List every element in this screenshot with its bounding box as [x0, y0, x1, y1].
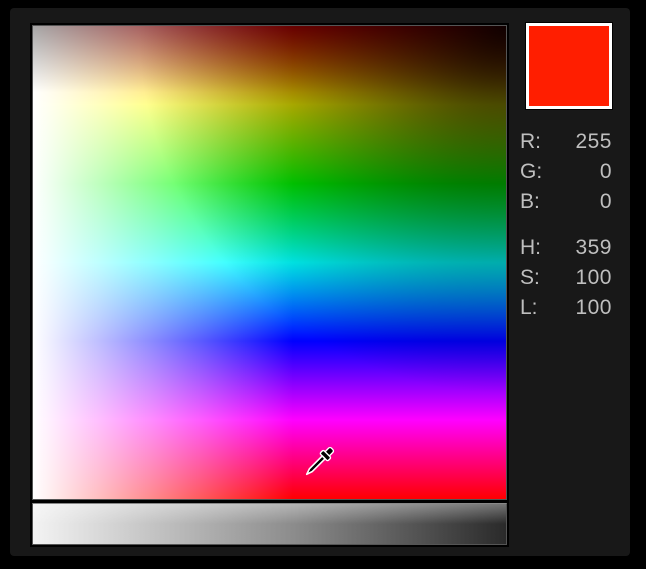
- label-b: B:: [520, 191, 548, 212]
- brightness-slider[interactable]: [32, 503, 507, 545]
- label-r: R:: [520, 131, 548, 152]
- value-l: 100: [556, 297, 612, 318]
- value-h: 359: [556, 237, 612, 258]
- label-s: S:: [520, 267, 548, 288]
- value-g: 0: [556, 161, 612, 182]
- current-color-swatch: [526, 23, 612, 109]
- label-l: L:: [520, 297, 548, 318]
- label-h: H:: [520, 237, 548, 258]
- value-s: 100: [556, 267, 612, 288]
- value-r: 255: [556, 131, 612, 152]
- color-field[interactable]: [32, 25, 507, 500]
- label-g: G:: [520, 161, 548, 182]
- eyedropper-icon: [296, 441, 340, 485]
- color-picker-panel: R: 255 G: 0 B: 0 H: 359 S: 100 L:: [10, 8, 630, 556]
- color-readout: R: 255 G: 0 B: 0 H: 359 S: 100 L:: [520, 126, 612, 338]
- value-b: 0: [556, 191, 612, 212]
- picker-frame: [30, 23, 509, 547]
